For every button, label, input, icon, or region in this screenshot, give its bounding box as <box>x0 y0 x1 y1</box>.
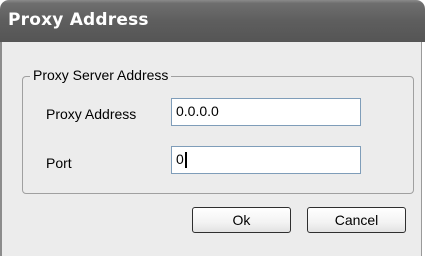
dialog-title: Proxy Address <box>8 10 149 30</box>
cancel-button[interactable]: Cancel <box>307 207 406 233</box>
proxy-server-groupbox <box>22 76 414 194</box>
ok-button[interactable]: Ok <box>192 207 291 233</box>
port-value: 0 <box>176 151 184 167</box>
proxy-address-dialog: Proxy Address Proxy Server Address Proxy… <box>0 0 435 256</box>
port-label: Port <box>46 155 72 171</box>
proxy-address-label: Proxy Address <box>46 106 137 122</box>
proxy-address-input[interactable]: 0.0.0.0 <box>171 98 361 126</box>
groupbox-legend: Proxy Server Address <box>30 67 172 83</box>
title-bar[interactable]: Proxy Address <box>0 0 425 42</box>
text-cursor <box>184 152 187 169</box>
proxy-address-value: 0.0.0.0 <box>176 103 219 119</box>
port-input[interactable]: 0 <box>171 146 361 174</box>
